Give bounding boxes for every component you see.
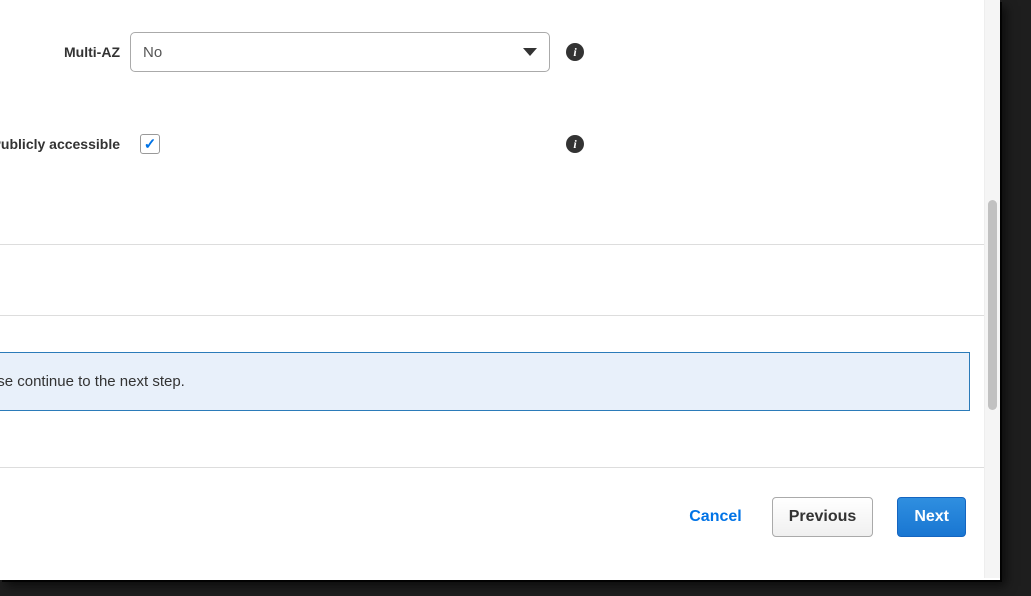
cancel-button[interactable]: Cancel bbox=[683, 507, 747, 527]
next-button[interactable]: Next bbox=[897, 497, 966, 537]
publicly-accessible-checkbox[interactable]: ✓ bbox=[140, 134, 160, 154]
footer-buttons: Cancel Previous Next bbox=[0, 475, 970, 537]
multi-az-value: No bbox=[143, 44, 162, 61]
label-publicly-accessible: Publicly accessible bbox=[0, 136, 120, 152]
row-multi-az: Multi-AZ No i bbox=[0, 32, 984, 72]
scrollbar[interactable] bbox=[984, 0, 1000, 578]
content-area: Multi-AZ No i Publicly accessible ✓ i bbox=[0, 0, 984, 578]
previous-button[interactable]: Previous bbox=[772, 497, 874, 537]
multi-az-select-wrap: No bbox=[130, 32, 550, 72]
info-alert: started. Please continue to the next ste… bbox=[0, 352, 970, 411]
multi-az-select[interactable]: No bbox=[130, 32, 550, 72]
footer-divider bbox=[0, 467, 984, 468]
caret-down-icon bbox=[523, 48, 537, 56]
section-divider bbox=[0, 315, 984, 316]
info-icon[interactable]: i bbox=[566, 135, 584, 153]
checkmark-icon: ✓ bbox=[144, 135, 157, 153]
row-publicly-accessible: Publicly accessible ✓ i bbox=[0, 134, 984, 154]
scrollbar-thumb[interactable] bbox=[988, 200, 997, 410]
label-multi-az: Multi-AZ bbox=[0, 44, 120, 60]
info-icon[interactable]: i bbox=[566, 43, 584, 61]
inner-offset: Multi-AZ No i Publicly accessible ✓ i bbox=[0, 0, 984, 537]
section-gap bbox=[0, 245, 984, 315]
alert-text: started. Please continue to the next ste… bbox=[0, 373, 185, 390]
panel: Multi-AZ No i Publicly accessible ✓ i bbox=[0, 0, 1000, 580]
